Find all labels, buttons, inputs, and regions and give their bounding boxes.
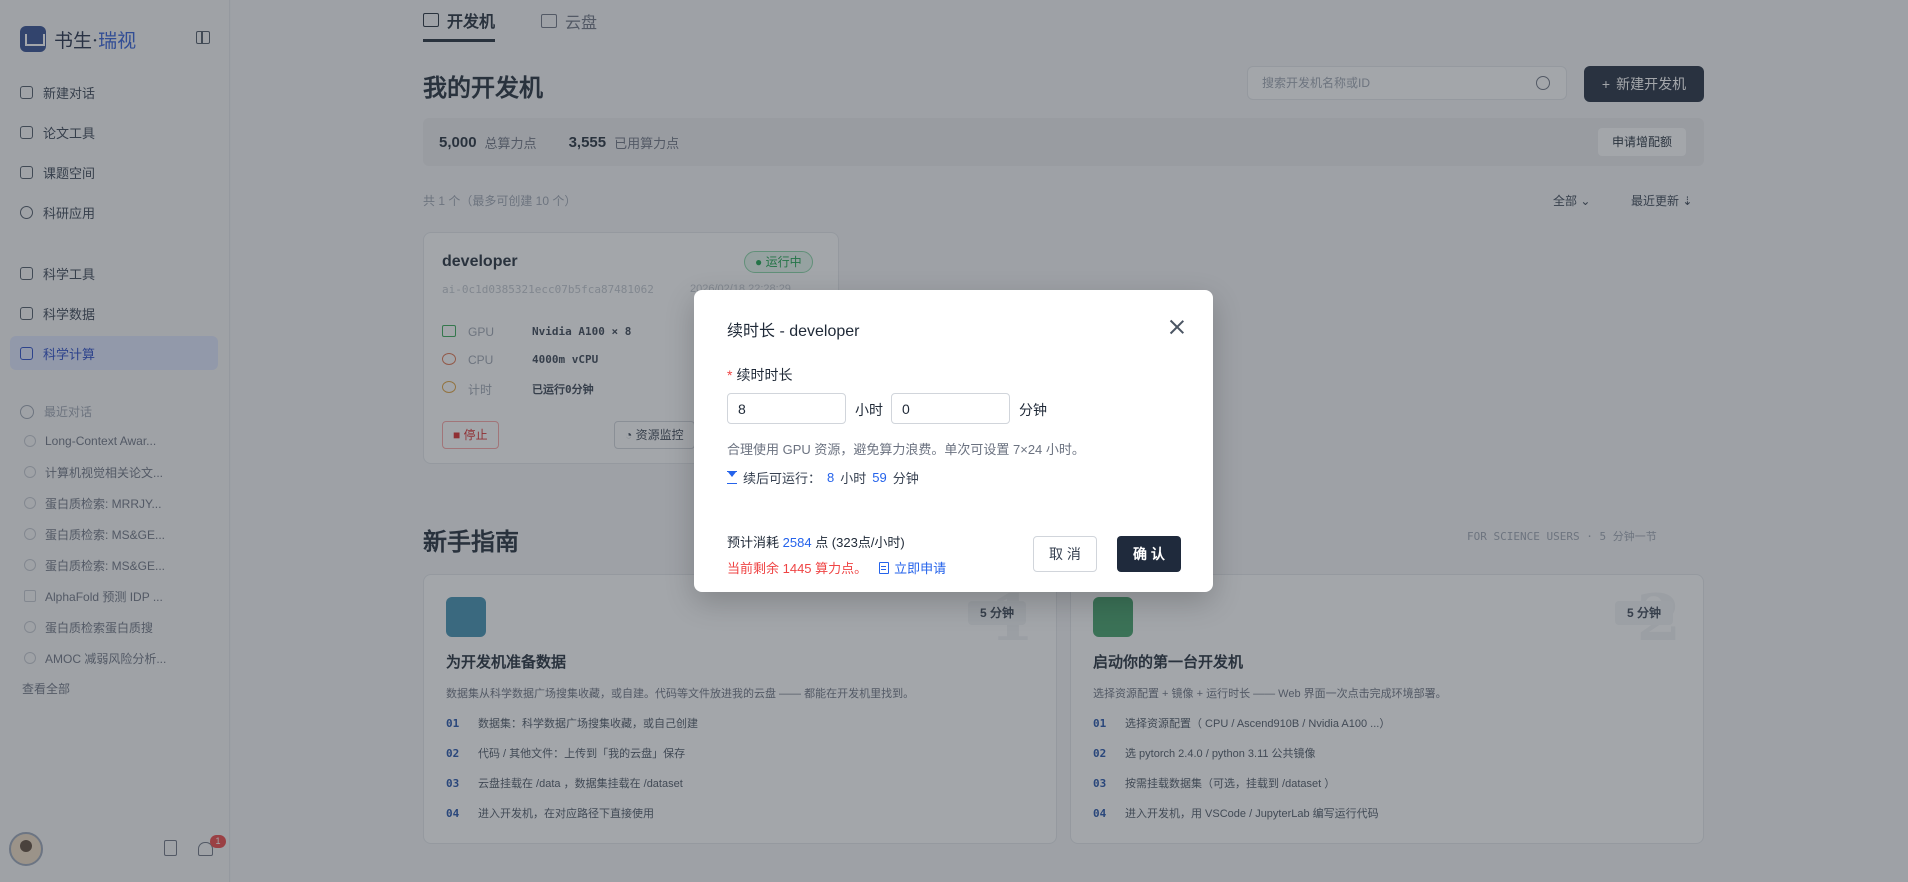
cost-suffix: 点 (323点/小时) (815, 535, 905, 550)
after-run-hours-unit: 小时 (840, 471, 867, 486)
cost-value: 2584 (782, 535, 812, 550)
required-marker: * (727, 367, 733, 383)
modal-title: 续时长 - developer (727, 323, 860, 340)
file-icon (879, 561, 890, 574)
cancel-button[interactable]: 取 消 (1033, 536, 1097, 572)
hours-unit: 小时 (855, 402, 883, 418)
estimated-cost: 预计消耗 2584 点 (323点/小时) (727, 532, 905, 551)
after-run-label: 续后可运行： (743, 471, 822, 486)
after-run-hours: 8 (827, 470, 835, 485)
extend-duration-modal: 续时长 - developer *续时时长 小时 分钟 合理使用 GPU 资源，… (694, 290, 1213, 592)
after-run-minutes-unit: 分钟 (892, 471, 919, 486)
duration-hint: 合理使用 GPU 资源，避免算力浪费。单次可设置 7×24 小时。 (727, 442, 1085, 457)
duration-label-text: 续时时长 (736, 367, 793, 383)
remaining-points: 当前剩余 1445 算力点。 立即申请 (727, 558, 946, 577)
close-icon[interactable] (1168, 318, 1186, 336)
after-run-info: 续后可运行： 8 小时 59 分钟 (727, 468, 919, 487)
cost-prefix: 预计消耗 (727, 535, 780, 550)
apply-now-link[interactable]: 立即申请 (879, 558, 946, 577)
minutes-input[interactable] (891, 393, 1010, 424)
hourglass-icon (727, 471, 737, 484)
apply-now-label: 立即申请 (894, 561, 947, 576)
remaining-text: 当前剩余 1445 算力点。 (727, 561, 868, 576)
after-run-minutes: 59 (872, 470, 887, 485)
confirm-button[interactable]: 确 认 (1117, 536, 1181, 572)
duration-field-label: * 续时时长 (727, 365, 792, 385)
minutes-unit: 分钟 (1019, 402, 1047, 418)
hours-input[interactable] (727, 393, 846, 424)
